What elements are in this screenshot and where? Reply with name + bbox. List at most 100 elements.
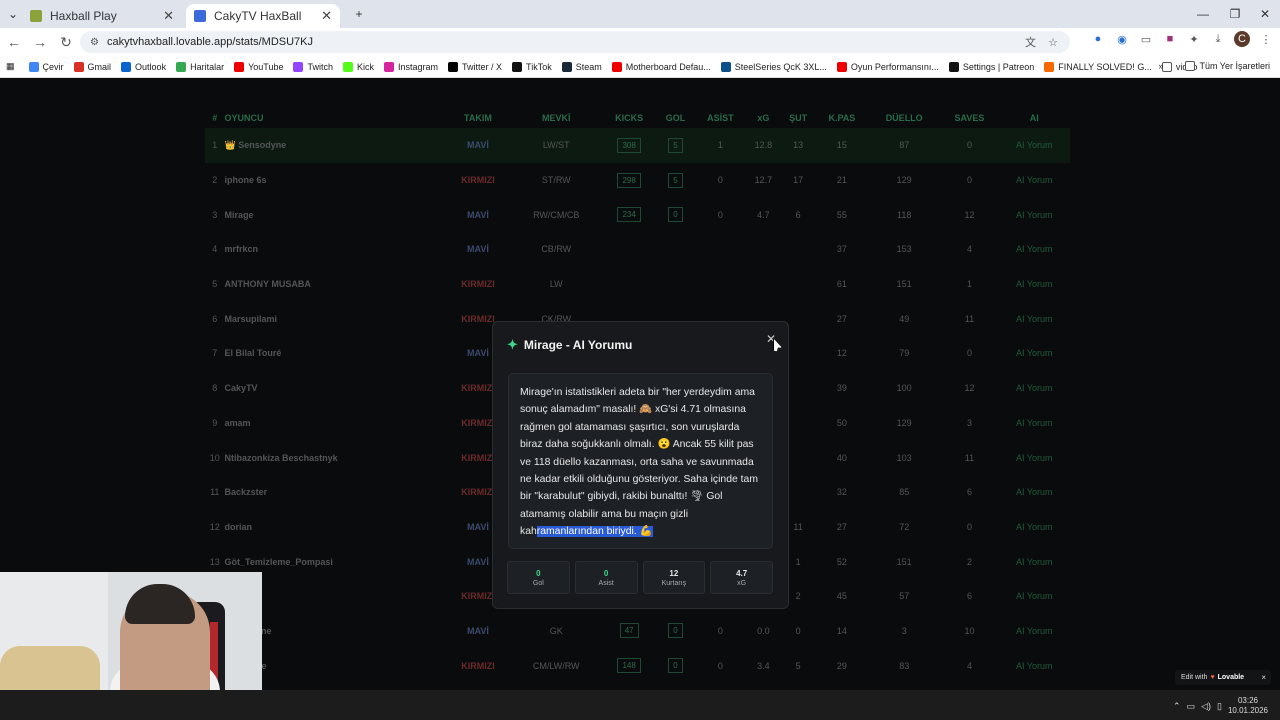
bookmark-item[interactable]: Outlook bbox=[121, 61, 166, 72]
bookmark-item[interactable]: Gmail bbox=[73, 61, 111, 72]
extension-icon[interactable]: ■ bbox=[1162, 31, 1178, 47]
close-tab-icon[interactable]: ✕ bbox=[163, 8, 174, 24]
cell-text: KIRMIZI bbox=[461, 175, 495, 186]
column-header[interactable]: AI bbox=[999, 108, 1070, 128]
volume-icon[interactable]: ◁) bbox=[1201, 701, 1211, 712]
column-header[interactable]: SAVES bbox=[940, 108, 998, 128]
bookmark-item[interactable]: Haritalar bbox=[176, 61, 224, 72]
table-cell: 100 bbox=[868, 371, 940, 406]
new-tab-plus-icon[interactable]: + bbox=[342, 0, 376, 28]
ai-comment-button[interactable]: AI Yorum bbox=[999, 232, 1070, 267]
address-bar[interactable]: ⚙ cakytvhaxball.lovable.app/stats/MDSU7K… bbox=[80, 31, 1070, 53]
translate-icon[interactable]: 文 bbox=[1025, 34, 1036, 50]
ai-comment-button[interactable]: AI Yorum bbox=[999, 406, 1070, 441]
tab-cakytv-haxball[interactable]: CakyTV HaxBall ✕ bbox=[186, 4, 340, 28]
cell-text: amam bbox=[224, 417, 251, 428]
cell-text: AI Yorum bbox=[1016, 313, 1053, 324]
stat-card-xg: 4.7 xG bbox=[710, 561, 773, 594]
tab-haxball-play[interactable]: Haxball Play ✕ bbox=[22, 4, 182, 28]
badge-brand: Lovable bbox=[1217, 674, 1245, 681]
cell-text: 👑 Sensodyne bbox=[224, 139, 287, 150]
extensions-puzzle-icon[interactable]: ✦ bbox=[1186, 31, 1202, 47]
extension-skype-icon[interactable]: ● bbox=[1090, 31, 1106, 47]
table-cell: KIRMIZI bbox=[445, 267, 510, 302]
ai-comment-button[interactable]: AI Yorum bbox=[999, 648, 1070, 683]
bookmark-item[interactable]: Oyun Performansını... bbox=[836, 61, 939, 72]
bookmark-item[interactable]: Motherboard Defau... bbox=[611, 61, 711, 72]
ai-comment-button[interactable]: AI Yorum bbox=[999, 440, 1070, 475]
bookmark-item[interactable]: FINALLY SOLVED! G... bbox=[1044, 61, 1152, 72]
close-tab-icon[interactable]: ✕ bbox=[321, 8, 332, 24]
bookmark-item[interactable]: Steam bbox=[561, 61, 602, 72]
table-cell: 0 bbox=[656, 614, 694, 649]
menu-kebab-icon[interactable]: ⋮ bbox=[1258, 31, 1274, 47]
table-row: 4 mrfrkcn MAVİ CB/RW 37 153 4 AI Yorum bbox=[205, 232, 1070, 267]
ai-comment-button[interactable]: AI Yorum bbox=[999, 336, 1070, 371]
column-header[interactable]: KICKS bbox=[602, 108, 657, 128]
bookmark-item[interactable]: YouTube bbox=[234, 61, 283, 72]
bookmark-item[interactable]: SteelSeries QcK 3XL... bbox=[720, 61, 827, 72]
site-info-icon[interactable]: ⚙ bbox=[90, 37, 99, 48]
restore-icon[interactable]: ❐ bbox=[1218, 0, 1252, 28]
ai-comment-button[interactable]: AI Yorum bbox=[999, 579, 1070, 614]
network-icon[interactable]: ▭ bbox=[1187, 701, 1196, 712]
ai-comment-button[interactable]: AI Yorum bbox=[999, 301, 1070, 336]
apps-grid-icon[interactable]: ▦ bbox=[6, 61, 15, 72]
ai-comment-button[interactable]: AI Yorum bbox=[999, 163, 1070, 198]
bookmark-item[interactable]: Twitch bbox=[293, 61, 333, 72]
download-icon[interactable]: ⤓ bbox=[1210, 31, 1226, 47]
ai-comment-button[interactable]: AI Yorum bbox=[999, 544, 1070, 579]
ai-comment-button[interactable]: AI Yorum bbox=[998, 128, 1070, 163]
profile-avatar[interactable]: C bbox=[1234, 31, 1250, 47]
extension-cast-icon[interactable]: ▭ bbox=[1138, 31, 1154, 47]
cell-text: KIRMIZI bbox=[461, 660, 495, 671]
table-cell: ANTHONY MUSABA bbox=[225, 267, 446, 302]
cell-text: 118 bbox=[897, 209, 912, 220]
all-bookmarks-folder[interactable]: Tüm Yer İşaretleri bbox=[1185, 61, 1270, 71]
bookmark-star-icon[interactable]: ☆ bbox=[1048, 36, 1058, 49]
bookmark-item[interactable]: Twitter / X bbox=[448, 61, 502, 72]
extension-audio-icon[interactable]: ◉ bbox=[1114, 31, 1130, 47]
reload-icon[interactable]: ↻ bbox=[54, 30, 78, 54]
cell-text: 3 bbox=[966, 417, 972, 428]
ai-comment-button[interactable]: AI Yorum bbox=[999, 267, 1070, 302]
tray-chevron-icon[interactable]: ⌃ bbox=[1173, 701, 1181, 712]
table-cell bbox=[656, 267, 694, 302]
bookmark-item[interactable]: Instagram bbox=[384, 61, 438, 72]
forward-icon[interactable]: → bbox=[28, 30, 52, 54]
table-cell: iphone 6s bbox=[225, 163, 446, 198]
close-badge-icon[interactable]: × bbox=[1261, 673, 1266, 682]
minimize-icon[interactable]: — bbox=[1186, 0, 1220, 28]
cell-text: AI Yorum bbox=[1016, 209, 1053, 220]
cell-text: AI Yorum bbox=[1016, 417, 1053, 428]
battery-icon[interactable]: ▯ bbox=[1217, 701, 1222, 712]
cell-text: 37 bbox=[836, 244, 847, 255]
ai-comment-button[interactable]: AI Yorum bbox=[999, 614, 1070, 649]
column-header[interactable]: GOL bbox=[656, 108, 694, 128]
cell-text: 0 bbox=[966, 140, 972, 151]
table-cell bbox=[746, 267, 780, 302]
selected-text: ramanlarından biriydi. 💪 bbox=[536, 526, 653, 538]
bookmark-item[interactable]: Çevir bbox=[28, 61, 64, 72]
table-row: 2 iphone 6s KIRMIZI ST/RW 298 5 0 12.7 17 21 129 0 A… bbox=[205, 163, 1070, 198]
cell-text: 13 bbox=[209, 556, 220, 567]
edit-with-lovable-badge[interactable]: Edit with ♥ Lovable × bbox=[1175, 670, 1271, 685]
close-window-icon[interactable]: ✕ bbox=[1248, 0, 1280, 28]
bookmark-item[interactable]: TikTok bbox=[512, 61, 552, 72]
cell-text: 13 bbox=[793, 140, 804, 151]
table-cell: 11 bbox=[205, 475, 225, 510]
back-icon[interactable]: ← bbox=[2, 30, 26, 54]
more-bookmarks-icon[interactable]: » bbox=[1158, 61, 1163, 71]
column-header[interactable]: ASİST bbox=[695, 108, 747, 128]
ai-comment-button[interactable]: AI Yorum bbox=[999, 197, 1070, 232]
ai-comment-button[interactable]: AI Yorum bbox=[999, 371, 1070, 406]
ai-comment-button[interactable]: AI Yorum bbox=[999, 475, 1070, 510]
clock-time: 03:26 bbox=[1237, 696, 1258, 705]
ai-comment-button[interactable]: AI Yorum bbox=[999, 510, 1070, 545]
table-cell: 0 bbox=[940, 128, 999, 163]
bookmark-item[interactable]: Kick bbox=[342, 61, 374, 72]
table-cell: 1 bbox=[940, 267, 998, 302]
clock[interactable]: 03:26 10.01.2026 bbox=[1228, 696, 1268, 716]
table-cell: 118 bbox=[868, 197, 940, 232]
bookmark-item[interactable]: Settings | Patreon bbox=[948, 61, 1034, 72]
